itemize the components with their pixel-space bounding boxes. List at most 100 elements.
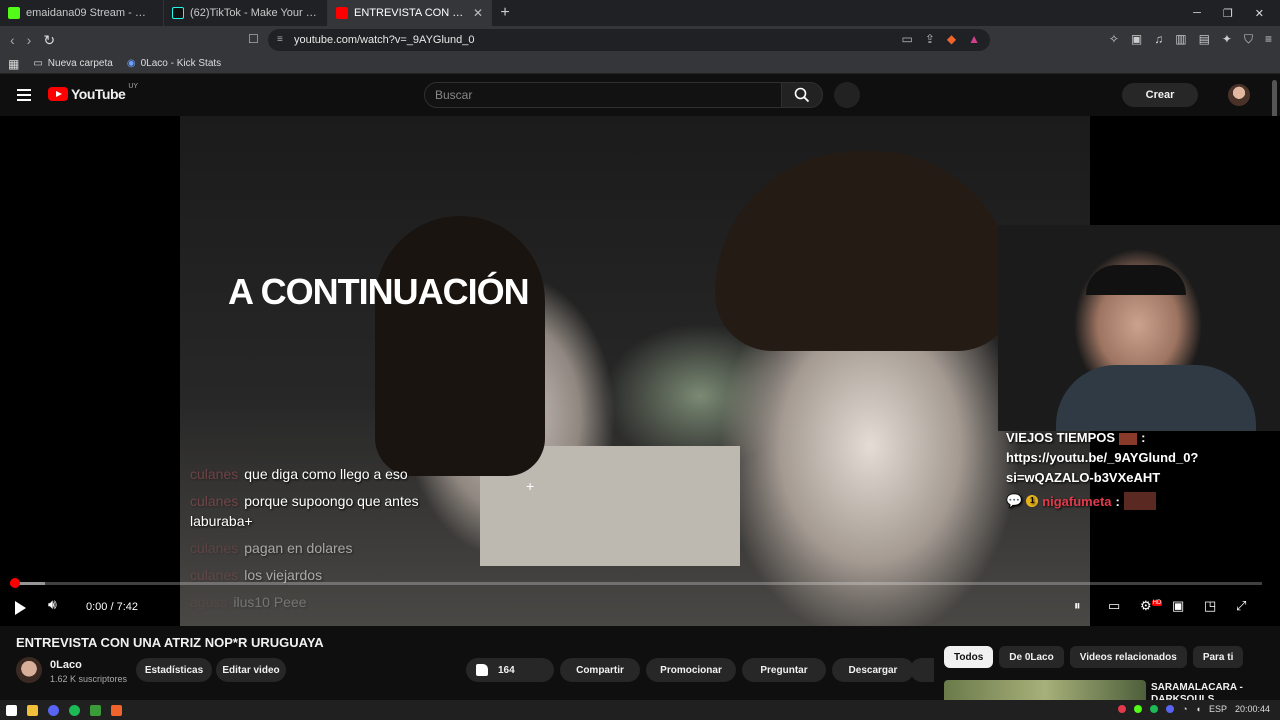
browser-tab-youtube[interactable]: ENTREVISTA CON UNA ATRIZ ✕ [328,0,492,26]
search-placeholder: Buscar [435,88,473,102]
channel-name[interactable]: 0Laco [50,659,82,671]
account-avatar[interactable] [1228,84,1250,106]
os-taskbar: ◔ ◖ ESP 20:00:44 [0,700,1280,720]
chat-text: que diga como llego a eso [244,466,408,482]
voice-search-button[interactable] [834,82,860,108]
country-code: UY [128,82,139,90]
clock[interactable]: 20:00:44 [1235,704,1270,714]
browser-tab-bar: emaidana09 Stream - Watch Live on (62)Ti… [0,0,1280,26]
settings-icon[interactable]: ⚙HD [1140,598,1163,614]
chip-para-ti[interactable]: Para ti [1192,646,1244,668]
volume-tray-icon[interactable]: ◖ [1196,704,1201,714]
apps-grid-icon[interactable]: ▦ [8,57,19,71]
browser-tab-kick[interactable]: emaidana09 Stream - Watch Live on [0,0,164,26]
video-person-right [715,151,1015,351]
system-tray: ◔ ◖ ESP 20:00:44 [1118,704,1270,714]
recommended-video-thumbnail[interactable] [944,680,1146,702]
share-icon[interactable]: ⇪ [925,32,935,46]
close-window-icon[interactable]: ✕ [1255,7,1264,20]
share-button[interactable]: Compartir [560,658,640,682]
url-bar[interactable]: ≡ youtube.com/watch?v=_9AYGlund_0 ▭ ⇪ ◆ … [268,29,990,51]
cast-icon[interactable]: ◳ [1204,598,1216,614]
site-info-icon[interactable]: ≡ [277,34,283,45]
edit-video-button[interactable]: Editar video [216,658,286,682]
crosshair-cursor-icon: + [526,478,535,494]
cast-icon[interactable]: ▭ [901,32,912,46]
recommended-video-title[interactable]: SARAMALACARA - DARKSOULS [1151,682,1271,702]
extensions-icon[interactable]: ✧ [1109,32,1119,47]
stats-button[interactable]: Estadísticas [136,658,212,682]
volume-icon[interactable]: 🔊︎ [48,596,57,613]
menu-icon[interactable]: ≡ [1265,32,1272,47]
progress-bar[interactable] [9,578,1262,588]
extensions-area: ✧ ▣ ♫ ▥ ▤ ✦ ⛉ ≡ [1109,32,1272,47]
video-player[interactable]: A CONTINUACIÓN + culanes que diga como ll… [0,116,1280,626]
folder-icon: ▭ [33,58,43,69]
discord-icon[interactable] [48,704,59,716]
close-tab-icon[interactable]: ✕ [473,6,483,20]
promote-button[interactable]: Promocionar [646,658,736,682]
subtitles-icon[interactable]: ▭ [1108,598,1120,614]
chat-user: culanes [190,567,239,583]
tray-app-icon[interactable] [1134,705,1143,713]
create-button[interactable]: Crear [1122,83,1198,107]
search-input[interactable]: Buscar [424,82,782,108]
wifi-icon[interactable]: ◔ [1182,704,1187,714]
youtube-header: YouTube UY Buscar Crear [0,76,1280,116]
play-icon[interactable] [15,601,26,615]
back-icon[interactable]: ‹ [10,32,15,49]
music-icon[interactable]: ♫ [1154,32,1163,47]
channel-avatar[interactable] [16,657,42,683]
theater-mode-icon[interactable]: ▣ [1172,598,1184,614]
browser-tab-tiktok[interactable]: (62)TikTok - Make Your Day [164,0,328,26]
brave-shield-icon[interactable]: ◆ [947,32,956,46]
chat-line: culanes pagan en dolares [190,538,480,558]
download-button[interactable]: Descargar [832,658,914,682]
video-person-left [375,216,545,476]
webcam-message-text: VIEJOS TIEMPOS [1006,430,1116,445]
vpn-icon[interactable]: ⛉ [1244,32,1253,47]
tray-app-icon[interactable] [1118,705,1127,713]
chat-line: culanes que diga como llego a eso [190,464,480,484]
like-button[interactable]: 164 [466,658,554,682]
ask-button[interactable]: Preguntar [742,658,826,682]
wallet-icon[interactable]: ▤ [1199,32,1210,47]
restore-icon[interactable]: ❐ [1223,7,1233,20]
forward-icon[interactable]: › [27,32,32,49]
youtube-logo[interactable]: YouTube UY [48,82,139,102]
bookmark-kick-stats[interactable]: ◉ 0Laco - Kick Stats [127,58,221,69]
chip-de-0laco[interactable]: De 0Laco [999,646,1064,668]
overlay-title: A CONTINUACIÓN [228,271,530,312]
address-toolbar: ‹ › ↻ ☐ ≡ youtube.com/watch?v=_9AYGlund_… [0,26,1280,54]
autoplay-toggle-icon[interactable]: ⏸ [1074,598,1081,614]
bookmark-icon[interactable]: ☐ [248,32,259,46]
fullscreen-icon[interactable]: ⤢ [1236,598,1246,614]
language-indicator[interactable]: ESP [1209,704,1227,714]
search-button[interactable] [781,82,823,108]
more-actions-button[interactable] [910,658,934,682]
spotify-icon[interactable] [69,704,80,716]
chat-line: culanes porque supoongo que antes laburab… [190,491,480,531]
hamburger-menu-icon[interactable] [17,89,31,101]
youtube-favicon-icon [336,7,348,19]
file-explorer-icon[interactable] [27,704,38,716]
progress-scrubber[interactable] [9,578,20,588]
brave-browser-icon[interactable] [111,704,122,716]
tray-discord-icon[interactable] [1166,705,1175,713]
leo-icon[interactable]: ✦ [1222,32,1232,47]
minimize-icon[interactable]: ─ [1193,7,1201,20]
tray-spotify-icon[interactable] [1150,705,1159,713]
chip-videos-relacionados[interactable]: Videos relacionados [1069,646,1187,668]
reload-icon[interactable]: ↻ [43,32,55,49]
new-tab-button[interactable]: + [492,4,518,22]
kick-stats-icon: ◉ [126,58,136,69]
chip-todos[interactable]: Todos [944,646,994,668]
windows-start-icon[interactable] [6,704,17,716]
screenshot-icon[interactable]: ▣ [1131,32,1142,47]
thumbs-up-icon [476,664,488,676]
sidebar-icon[interactable]: ▥ [1175,32,1186,47]
bookmark-nueva-carpeta[interactable]: ▭ Nueva carpeta [33,58,113,69]
brave-rewards-icon[interactable]: ▲ [968,32,980,46]
minecraft-icon[interactable] [90,704,101,716]
video-details: ENTREVISTA CON UNA ATRIZ NOP*R URUGUAYA … [0,626,1280,702]
